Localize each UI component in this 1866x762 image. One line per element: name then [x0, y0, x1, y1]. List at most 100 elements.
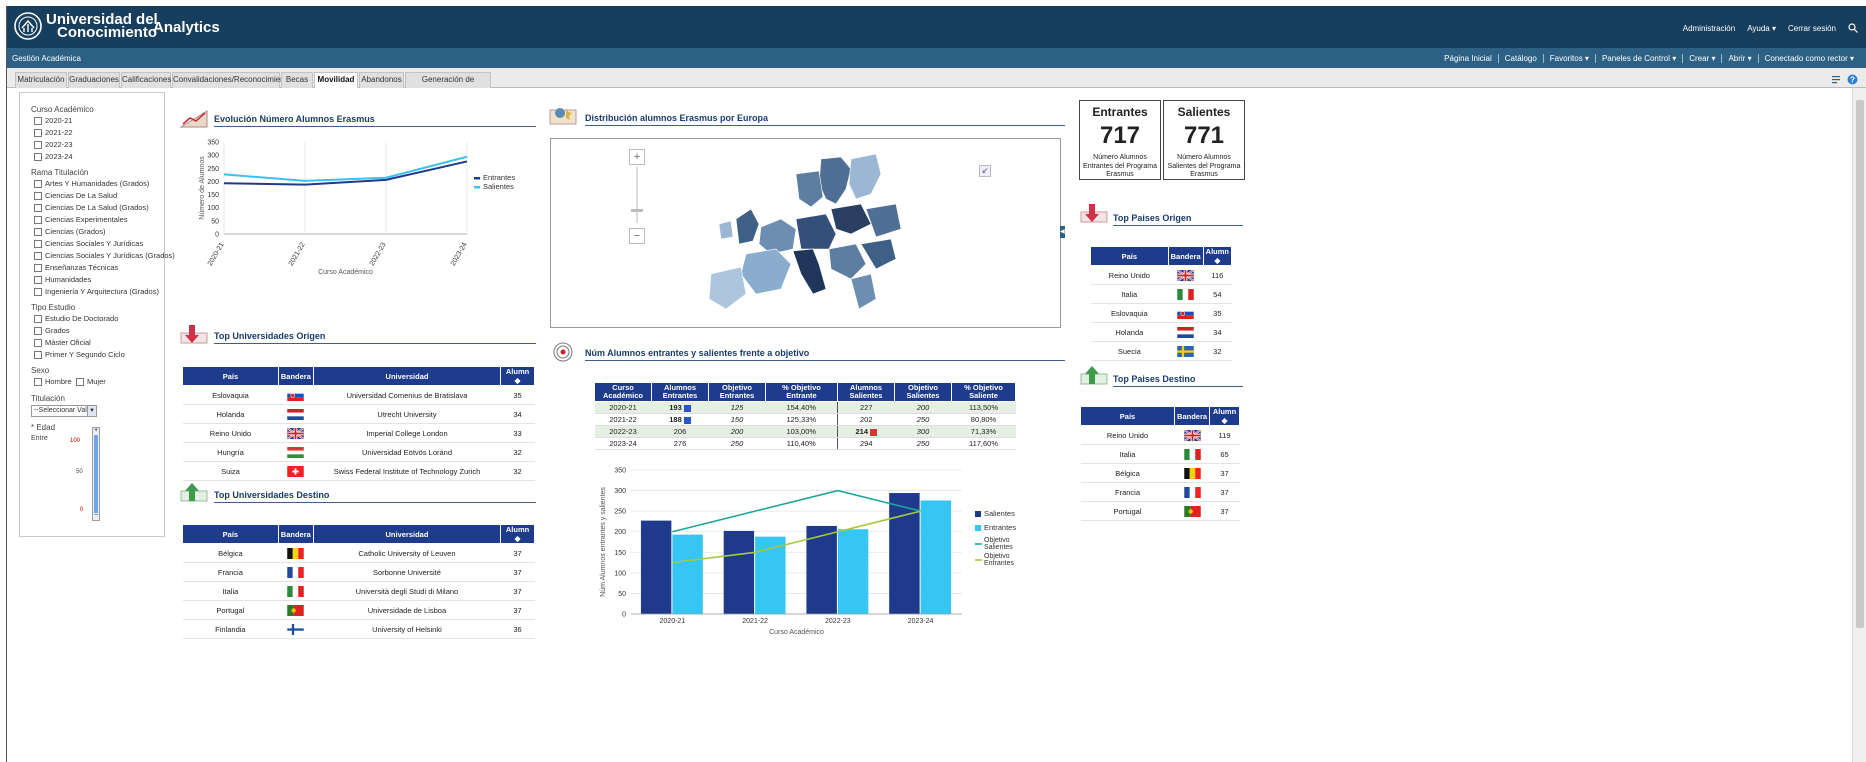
map-expand-icon[interactable]: ↙	[979, 165, 991, 177]
checkbox-curso-2021-22[interactable]: 2021-22	[34, 128, 73, 137]
table-row[interactable]: Italia 54	[1090, 284, 1232, 304]
series-line-entrantes[interactable]	[223, 160, 468, 186]
col-universidad[interactable]: Universidad	[312, 366, 502, 386]
table-row[interactable]: Suecia 32	[1090, 341, 1232, 361]
table-row[interactable]: Hungría Universidad Eötvös Loránd 32	[182, 442, 535, 462]
checkbox-box[interactable]	[34, 140, 42, 149]
checkbox-rama[interactable]: Enseñanzas Técnicas	[34, 263, 118, 272]
col-bandera[interactable]: Bandera	[277, 366, 314, 386]
help-icon[interactable]: ?	[1847, 74, 1858, 85]
col-objetivo-salientes[interactable]: Objetivo Salientes	[894, 382, 952, 402]
chevron-down-icon[interactable]: ▼	[87, 405, 97, 417]
table-row[interactable]: 2022-23 206 200 103,00% 214 300 71,33%	[594, 425, 1016, 438]
tab-convalidaciones[interactable]: Convalidaciones/Reconocimiento	[172, 72, 291, 88]
slider-minus-icon[interactable]: −	[93, 512, 99, 520]
cerrar-sesion-link[interactable]: Cerrar sesión	[1788, 24, 1836, 33]
col-alumnos-salientes[interactable]: Alumnos Salientes	[837, 382, 895, 402]
table-row[interactable]: Holanda 34	[1090, 322, 1232, 342]
col-pct-objetivo-entrante[interactable]: % Objetivo Entrante	[765, 382, 838, 402]
checkbox-box[interactable]	[34, 215, 42, 224]
tab-calificaciones[interactable]: Calificaciones	[121, 72, 171, 88]
europe-map[interactable]: + − ↙	[550, 138, 1061, 328]
checkbox-box[interactable]	[34, 191, 42, 200]
checkbox-box[interactable]	[34, 314, 42, 323]
checkbox-box[interactable]	[34, 338, 42, 347]
col-objetivo-entrantes[interactable]: Objetivo Entrantes	[708, 382, 766, 402]
checkbox-rama[interactable]: Artes Y Humanidades (Grados)	[34, 179, 149, 188]
col-curso[interactable]: Curso Académico	[594, 382, 652, 402]
administracion-link[interactable]: Administración	[1683, 24, 1735, 33]
table-row[interactable]: Italia 65	[1080, 444, 1240, 464]
bar-entrantes[interactable]	[920, 500, 952, 614]
tab-becas[interactable]: Becas	[281, 72, 313, 88]
checkbox-box[interactable]	[34, 116, 42, 125]
table-row[interactable]: Finlandia University of Helsinki 36	[182, 619, 535, 639]
checkbox-box[interactable]	[34, 287, 42, 296]
checkbox-box[interactable]	[34, 179, 42, 188]
checkbox-tipo[interactable]: Máster Oficial	[34, 338, 91, 347]
checkbox-box[interactable]	[34, 377, 42, 386]
vertical-scrollbar[interactable]	[1852, 88, 1866, 762]
table-row[interactable]: Portugal 37	[1080, 501, 1240, 521]
bar-salientes[interactable]	[640, 520, 672, 614]
col-pais[interactable]: País	[182, 524, 279, 544]
checkbox-curso-2020-21[interactable]: 2020-21	[34, 116, 73, 125]
checkbox-rama[interactable]: Humanidades	[34, 275, 91, 284]
slider-plus-icon[interactable]: +	[93, 427, 99, 435]
table-row[interactable]: Francia 37	[1080, 482, 1240, 502]
col-alumnos[interactable]: Alumn ◆	[500, 524, 535, 544]
checkbox-box[interactable]	[34, 128, 42, 137]
col-alumnos-entrantes[interactable]: Alumnos Entrantes	[651, 382, 709, 402]
checkbox-box[interactable]	[34, 203, 42, 212]
table-row[interactable]: Eslovaquia Universidad Comenius de Bratis…	[182, 385, 535, 405]
checkbox-hombre[interactable]: Hombre	[34, 377, 72, 386]
checkbox-tipo[interactable]: Estudio De Doctorado	[34, 314, 118, 323]
menu-conectado-como[interactable]: Conectado como rector ▾	[1757, 54, 1860, 63]
bar-entrantes[interactable]	[837, 529, 869, 614]
checkbox-box[interactable]	[34, 275, 42, 284]
menu-paneles-control[interactable]: Paneles de Control ▾	[1594, 54, 1682, 63]
checkbox-rama[interactable]: Ingeniería Y Arquitectura (Grados)	[34, 287, 159, 296]
tab-movilidad[interactable]: Movilidad	[314, 72, 358, 89]
menu-crear[interactable]: Crear ▾	[1682, 54, 1721, 63]
checkbox-rama[interactable]: Ciencias De La Salud	[34, 191, 117, 200]
tab-matriculacion[interactable]: Matriculación	[15, 72, 67, 88]
checkbox-rama[interactable]: Ciencias (Grados)	[34, 227, 105, 236]
bar-salientes[interactable]	[723, 530, 755, 614]
col-alumnos[interactable]: Alumn ◆	[1202, 246, 1233, 266]
sort-icon[interactable]: ◆	[1214, 256, 1220, 265]
scrollbar-thumb[interactable]	[1856, 100, 1864, 628]
checkbox-box[interactable]	[34, 152, 42, 161]
zoom-in-button[interactable]: +	[629, 149, 645, 165]
ayuda-menu[interactable]: Ayuda ▾	[1747, 24, 1776, 33]
menu-abrir[interactable]: Abrir ▾	[1721, 54, 1757, 63]
col-pais[interactable]: País	[182, 366, 279, 386]
sort-icon[interactable]: ◆	[1222, 416, 1228, 425]
collapse-handle-icon[interactable]: ◀	[1060, 226, 1065, 238]
checkbox-box[interactable]	[34, 263, 42, 272]
col-bandera[interactable]: Bandera	[277, 524, 314, 544]
checkbox-tipo[interactable]: Grados	[34, 326, 70, 335]
tab-generacion-informes[interactable]: Generación de informes	[405, 72, 491, 98]
col-bandera[interactable]: Bandera	[1174, 406, 1211, 426]
zoom-out-button[interactable]: −	[629, 228, 645, 244]
table-row[interactable]: Bélgica Catholic University of Leuven 37	[182, 543, 535, 563]
menu-favoritos[interactable]: Favoritos ▾	[1542, 54, 1595, 63]
col-pais[interactable]: País	[1090, 246, 1169, 266]
col-universidad[interactable]: Universidad	[312, 524, 502, 544]
table-row[interactable]: Francia Sorbonne Université 37	[182, 562, 535, 582]
col-bandera[interactable]: Bandera	[1167, 246, 1204, 266]
table-row[interactable]: Eslovaquia 35	[1090, 303, 1232, 323]
table-row[interactable]: 2020-21 193 125 154,40% 227 200 113,50%	[594, 401, 1016, 414]
menu-pagina-inicial[interactable]: Página Inicial	[1438, 54, 1498, 63]
titulacion-select[interactable]: --Seleccionar Valor ▼	[31, 405, 97, 417]
table-row[interactable]: Holanda Utrecht University 34	[182, 404, 535, 424]
tab-graduaciones[interactable]: Graduaciones	[68, 72, 120, 88]
checkbox-rama[interactable]: Ciencias Sociales Y Jurídicas	[34, 239, 143, 248]
checkbox-tipo[interactable]: Primer Y Segundo Ciclo	[34, 350, 125, 359]
checkbox-curso-2023-24[interactable]: 2023-24	[34, 152, 73, 161]
col-pais[interactable]: País	[1079, 406, 1176, 426]
zoom-slider-handle[interactable]	[631, 209, 643, 212]
checkbox-mujer[interactable]: Mujer	[76, 377, 106, 386]
checkbox-box[interactable]	[34, 326, 42, 335]
